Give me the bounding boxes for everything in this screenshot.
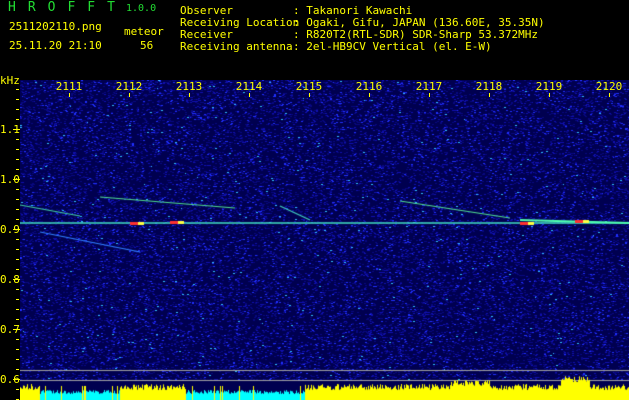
tick-mark [16, 159, 19, 160]
tick-mark [16, 369, 19, 370]
x-label: 2118 [475, 80, 503, 93]
file-name: 2511202110.png [9, 20, 102, 33]
tick-mark [16, 319, 19, 320]
tick-mark [16, 139, 19, 140]
tick-mark [16, 309, 19, 310]
tick-mark [16, 289, 19, 290]
tick-mark [13, 279, 20, 280]
tick-mark [16, 269, 19, 270]
x-label: 2114 [235, 80, 263, 93]
tick-mark [16, 219, 19, 220]
meteor-label: meteor [124, 25, 164, 38]
x-label: 2116 [355, 80, 383, 93]
tick-mark [16, 169, 19, 170]
tick-mark [16, 299, 19, 300]
x-label: 2113 [175, 80, 203, 93]
tick-mark [609, 93, 610, 97]
tick-mark [16, 239, 19, 240]
tick-mark [309, 93, 310, 97]
tick-mark [129, 93, 130, 97]
app-version: 1.0.0 [126, 3, 157, 14]
tick-mark [13, 179, 20, 180]
app-title: HROFFT [8, 0, 127, 15]
tick-mark [429, 93, 430, 97]
tick-mark [369, 93, 370, 97]
x-label: 2111 [55, 80, 83, 93]
meteor-count: 56 [140, 39, 154, 52]
tick-mark [16, 359, 19, 360]
spectrogram [20, 80, 629, 400]
tick-mark [16, 259, 19, 260]
x-label: 2120 [595, 80, 623, 93]
info-value-antenna: : 2el-HB9CV Vertical (el. E-W) [293, 40, 492, 53]
info-key-antenna: Receiving antenna [180, 40, 293, 53]
x-label: 2117 [415, 80, 443, 93]
tick-mark [489, 93, 490, 97]
tick-mark [16, 339, 19, 340]
tick-mark [189, 93, 190, 97]
tick-mark [16, 209, 19, 210]
tick-mark [16, 99, 19, 100]
tick-mark [16, 199, 19, 200]
tick-mark [69, 93, 70, 97]
tick-mark [16, 189, 19, 190]
x-label: 2112 [115, 80, 143, 93]
tick-mark [16, 249, 19, 250]
tick-mark [549, 93, 550, 97]
hrofft-window: HROFFT 1.0.0 2511202110.png 25.11.20 21:… [0, 0, 629, 400]
tick-mark [16, 349, 19, 350]
tick-mark [13, 329, 20, 330]
tick-mark [16, 89, 19, 90]
x-label: 2115 [295, 80, 323, 93]
tick-mark [16, 389, 19, 390]
tick-mark [13, 229, 20, 230]
tick-mark [13, 129, 20, 130]
tick-mark [13, 379, 20, 380]
y-axis-unit: kHz [0, 74, 20, 87]
file-datetime: 25.11.20 21:10 [9, 39, 102, 52]
tick-mark [16, 149, 19, 150]
tick-mark [16, 119, 19, 120]
x-label: 2119 [535, 80, 563, 93]
tick-mark [16, 109, 19, 110]
tick-mark [249, 93, 250, 97]
